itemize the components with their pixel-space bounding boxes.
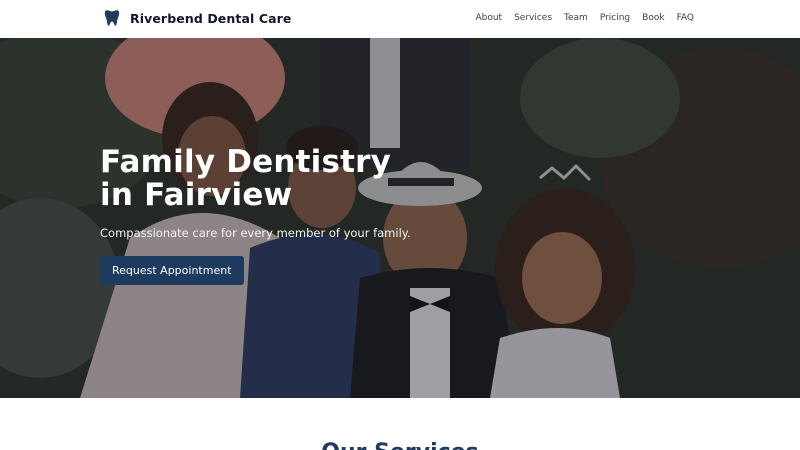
nav-faq[interactable]: FAQ <box>677 13 694 23</box>
hero-section: Family Dentistry in Fairview Compassiona… <box>0 38 800 398</box>
nav-about[interactable]: About <box>475 13 502 23</box>
brand[interactable]: Riverbend Dental Care <box>104 9 291 27</box>
tooth-icon <box>104 9 120 27</box>
services-title: Our Services <box>0 440 800 450</box>
hero-title-line-2: in Fairview <box>100 177 293 213</box>
brand-name: Riverbend Dental Care <box>130 10 292 26</box>
site-header: Riverbend Dental Care About Services Tea… <box>0 0 800 38</box>
hero-subtitle: Compassionate care for every member of y… <box>100 226 411 240</box>
request-appointment-button[interactable]: Request Appointment <box>100 256 244 285</box>
nav-pricing[interactable]: Pricing <box>600 13 630 23</box>
hero-title: Family Dentistry in Fairview <box>100 146 411 212</box>
nav-services[interactable]: Services <box>514 13 552 23</box>
nav-book[interactable]: Book <box>642 13 664 23</box>
hero-title-line-1: Family Dentistry <box>100 144 392 180</box>
main-nav: About Services Team Pricing Book FAQ <box>475 13 694 23</box>
nav-team[interactable]: Team <box>564 13 588 23</box>
hero-content: Family Dentistry in Fairview Compassiona… <box>100 146 411 285</box>
services-section: Our Services <box>0 398 800 450</box>
